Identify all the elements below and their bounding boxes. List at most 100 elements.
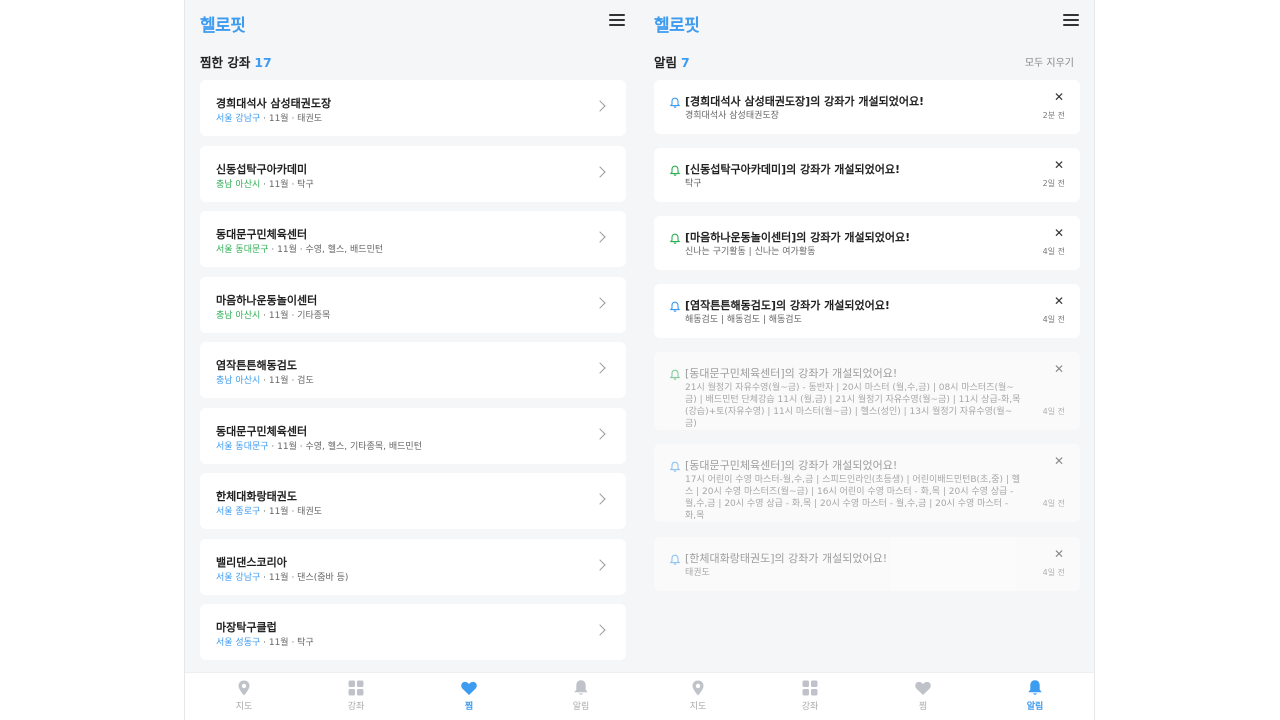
close-icon[interactable]: ✕ — [1054, 454, 1064, 468]
favorite-name: 신동섭탁구아카데미 — [216, 163, 308, 176]
tab-label: 알림 — [1026, 702, 1044, 712]
close-icon[interactable]: ✕ — [1054, 226, 1064, 240]
favorite-name: 밸리댄스코리아 — [216, 556, 287, 569]
favorite-card[interactable]: 동대문구민체육센터 서울 동대문구 · 11월 · 수영, 헬스, 배드민턴 — [200, 211, 626, 267]
app-header: 헬로핏 — [639, 0, 1094, 44]
notification-card[interactable]: [동대문구민체육센터]의 강좌가 개설되었어요! 17시 어린이 수영 마스터-월… — [654, 444, 1080, 522]
favorite-meta: 서울 동대문구 · 11월 · 수영, 헬스, 기타종목, 배드민턴 — [216, 439, 422, 452]
notifications-title: 알림 7 — [654, 52, 690, 71]
tab-map-pin[interactable]: 지도 — [668, 679, 728, 712]
favorite-card[interactable]: 마음하나운동놀이센터 충남 아산시 · 11월 · 기타종목 — [200, 277, 626, 333]
tab-heart[interactable]: 찜 — [893, 679, 953, 712]
notification-card[interactable]: [경희대석사 삼성태권도장]의 강좌가 개설되었어요! 경희대석사 삼성태권도장 ✕… — [654, 80, 1080, 134]
heart-icon — [460, 679, 478, 697]
bell-icon — [572, 679, 590, 697]
notification-card[interactable]: [동대문구민체육센터]의 강좌가 개설되었어요! 21시 월정기 자유수영(월~금… — [654, 352, 1080, 430]
map-pin-icon — [235, 679, 253, 697]
favorite-region: 서울 강남구 — [216, 573, 261, 583]
tab-label: 알림 — [572, 702, 590, 712]
close-icon[interactable]: ✕ — [1054, 294, 1064, 308]
tab-label: 강좌 — [347, 702, 365, 712]
tab-map-pin[interactable]: 지도 — [214, 679, 274, 712]
map-pin-icon — [689, 679, 707, 697]
tab-bell[interactable]: 알림 — [551, 679, 611, 712]
menu-icon[interactable] — [609, 14, 625, 28]
app-header: 헬로핏 — [185, 0, 640, 44]
notification-description: 탁구 — [685, 179, 702, 189]
favorite-card[interactable]: 마장탁구클럽 서울 성동구 · 11월 · 탁구 — [200, 604, 626, 660]
notification-card[interactable]: [염작튼튼해동검도]의 강좌가 개설되었어요! 해동검도 | 해동검도 | 해동검… — [654, 284, 1080, 338]
favorite-meta: 서울 성동구 · 11월 · 탁구 — [216, 635, 314, 648]
tab-grid[interactable]: 강좌 — [780, 679, 840, 712]
grid-icon — [801, 679, 819, 697]
notification-description: 17시 어린이 수영 마스터-월,수,금 | 스피드인라인(초등생) | 어린이… — [685, 475, 1021, 521]
app-logo[interactable]: 헬로핏 — [200, 11, 246, 36]
favorite-card[interactable]: 경희대석사 삼성태권도장 서울 강남구 · 11월 · 태권도 — [200, 80, 626, 136]
bell-icon — [669, 230, 681, 244]
notification-description: 해동검도 | 해동검도 | 해동검도 — [685, 315, 802, 325]
tab-grid[interactable]: 강좌 — [326, 679, 386, 712]
favorite-card[interactable]: 한체대화랑태권도 서울 종로구 · 11월 · 태권도 — [200, 473, 626, 529]
favorite-region: 서울 동대문구 — [216, 442, 269, 452]
tab-label: 찜 — [918, 702, 928, 712]
bell-icon — [669, 298, 681, 312]
favorite-meta: 충남 아산시 · 11월 · 검도 — [216, 373, 314, 386]
favorite-details: · 11월 · 수영, 헬스, 기타종목, 배드민턴 — [268, 442, 422, 452]
notification-time: 4일 전 — [1042, 499, 1065, 508]
tab-label: 지도 — [235, 702, 253, 712]
bell-icon — [669, 551, 681, 565]
app-logo[interactable]: 헬로핏 — [654, 11, 700, 36]
notification-description: 태권도 — [685, 568, 710, 578]
favorite-details: · 11월 · 기타종목 — [260, 311, 331, 321]
menu-icon[interactable] — [1063, 14, 1079, 28]
favorite-region: 서울 동대문구 — [216, 245, 269, 255]
favorite-region: 충남 아산시 — [216, 180, 261, 190]
notification-title: [한체대화랑태권도]의 강좌가 개설되었어요! — [685, 552, 888, 565]
favorite-meta: 서울 종로구 · 11월 · 태권도 — [216, 504, 322, 517]
tab-label: 지도 — [689, 702, 707, 712]
favorite-meta: 충남 아산시 · 11월 · 기타종목 — [216, 308, 330, 321]
bottom-tab-bar: 지도 강좌 찜 알림 — [185, 672, 640, 720]
notification-title: [경희대석사 삼성태권도장]의 강좌가 개설되었어요! — [685, 95, 925, 108]
bell-icon — [669, 458, 681, 472]
favorites-count: 17 — [254, 55, 272, 70]
heart-icon — [914, 679, 932, 697]
chevron-right-icon — [594, 100, 606, 112]
chevron-right-icon — [594, 297, 606, 309]
favorite-card[interactable]: 밸리댄스코리아 서울 강남구 · 11월 · 댄스(줌바 등) — [200, 539, 626, 595]
favorite-details: · 11월 · 탁구 — [260, 638, 314, 648]
chevron-right-icon — [594, 493, 606, 505]
notification-title: [동대문구민체육센터]의 강좌가 개설되었어요! — [685, 367, 898, 380]
favorite-card[interactable]: 동대문구민체육센터 서울 동대문구 · 11월 · 수영, 헬스, 기타종목, 배… — [200, 408, 626, 464]
favorite-card[interactable]: 신동섭탁구아카데미 충남 아산시 · 11월 · 탁구 — [200, 146, 626, 202]
grid-icon — [347, 679, 365, 697]
favorite-meta: 서울 강남구 · 11월 · 댄스(줌바 등) — [216, 570, 348, 583]
favorites-screen: 헬로핏 찜한 강좌 17 경희대석사 삼성태권도장 서울 강남구 · 11월 · 태… — [184, 0, 640, 720]
favorites-title-text: 찜한 강좌 — [200, 55, 251, 70]
favorite-name: 동대문구민체육센터 — [216, 425, 308, 438]
favorite-region: 서울 종로구 — [216, 507, 261, 517]
notification-time: 4일 전 — [1042, 568, 1065, 577]
notification-card[interactable]: [한체대화랑태권도]의 강좌가 개설되었어요! 태권도 ✕ 4일 전 — [654, 537, 1080, 591]
close-icon[interactable]: ✕ — [1054, 547, 1064, 561]
notification-title: [동대문구민체육센터]의 강좌가 개설되었어요! — [685, 459, 898, 472]
chevron-right-icon — [594, 559, 606, 571]
notifications-title-text: 알림 — [654, 55, 678, 70]
tab-bell[interactable]: 알림 — [1005, 679, 1065, 712]
chevron-right-icon — [594, 166, 606, 178]
notification-time: 2일 전 — [1042, 179, 1065, 188]
close-icon[interactable]: ✕ — [1054, 90, 1064, 104]
favorite-region: 충남 아산시 — [216, 311, 261, 321]
favorite-name: 한체대화랑태권도 — [216, 490, 297, 503]
clear-all-button[interactable]: 모두 지우기 — [1025, 54, 1074, 69]
chevron-right-icon — [594, 231, 606, 243]
favorite-card[interactable]: 염작튼튼해동검도 충남 아산시 · 11월 · 검도 — [200, 342, 626, 398]
close-icon[interactable]: ✕ — [1054, 158, 1064, 172]
notification-card[interactable]: [마음하나운동놀이센터]의 강좌가 개설되었어요! 신나는 구기활동 | 신나는 … — [654, 216, 1080, 270]
tab-heart[interactable]: 찜 — [439, 679, 499, 712]
tab-label: 강좌 — [801, 702, 819, 712]
favorite-details: · 11월 · 수영, 헬스, 배드민턴 — [268, 245, 384, 255]
close-icon[interactable]: ✕ — [1054, 362, 1064, 376]
notification-card[interactable]: [신동섭탁구아카데미]의 강좌가 개설되었어요! 탁구 ✕ 2일 전 — [654, 148, 1080, 202]
favorite-details: · 11월 · 태권도 — [260, 114, 323, 124]
